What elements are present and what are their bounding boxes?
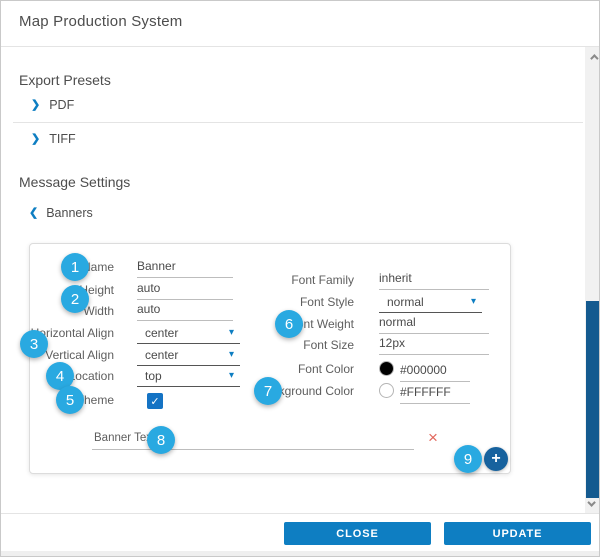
scrollbar-track[interactable]: [585, 47, 600, 513]
preset-item-pdf[interactable]: ❯ PDF: [31, 96, 74, 114]
vertical-align-value: center: [145, 348, 178, 362]
font-color-label: Font Color: [230, 361, 354, 377]
chevron-left-icon: ❮: [29, 208, 38, 219]
font-style-label: Font Style: [230, 294, 354, 310]
message-settings-heading: Message Settings: [19, 174, 130, 190]
background-color-label: Background Color: [230, 383, 354, 399]
font-family-input[interactable]: [379, 270, 489, 290]
vertical-align-select[interactable]: center ▾: [137, 345, 240, 366]
page-title: Map Production System: [19, 13, 182, 30]
chevron-right-icon: ❯: [31, 134, 40, 145]
header-divider: [1, 46, 599, 47]
font-size-input[interactable]: [379, 335, 489, 355]
font-color-swatch[interactable]: [379, 361, 394, 376]
map-production-dialog: Map Production System Export Presets ❯ P…: [0, 0, 600, 557]
name-input[interactable]: [137, 258, 233, 278]
update-button[interactable]: UPDATE: [444, 522, 591, 545]
banner-text-label: Banner Text: [94, 432, 155, 444]
banners-back-label: Banners: [46, 206, 93, 220]
height-input[interactable]: [137, 280, 233, 300]
callout-badge-8: 8: [147, 426, 175, 454]
callout-badge-2: 2: [61, 285, 89, 313]
preset-label-pdf: PDF: [49, 98, 74, 112]
callout-badge-9: 9: [454, 445, 482, 473]
font-color-input[interactable]: [400, 362, 470, 382]
preset-item-tiff[interactable]: ❯ TIFF: [31, 130, 76, 148]
preset-divider: [13, 122, 583, 123]
remove-banner-icon[interactable]: ×: [424, 428, 442, 448]
horizontal-align-select[interactable]: center ▾: [137, 323, 240, 344]
width-input[interactable]: [137, 301, 233, 321]
callout-badge-5: 5: [56, 386, 84, 414]
scroll-down-icon[interactable]: [585, 496, 600, 511]
caret-down-icon: ▾: [471, 297, 476, 307]
font-weight-input[interactable]: [379, 314, 489, 334]
background-color-swatch[interactable]: [379, 383, 394, 398]
callout-badge-1: 1: [61, 253, 89, 281]
footer-divider: [1, 513, 599, 514]
theme-checkbox[interactable]: ✓: [147, 393, 163, 409]
chevron-down-icon: [587, 498, 595, 506]
bottom-edge: [1, 551, 600, 557]
horizontal-align-value: center: [145, 326, 178, 340]
scroll-up-icon[interactable]: [585, 49, 600, 64]
chevron-up-icon: [590, 54, 598, 62]
location-select[interactable]: top ▾: [137, 366, 240, 387]
font-style-value: normal: [387, 295, 424, 309]
banner-settings-panel: Name Height Width Horizontal Align cente…: [29, 243, 511, 474]
font-style-select[interactable]: normal ▾: [379, 292, 482, 313]
export-presets-heading: Export Presets: [19, 72, 111, 88]
add-banner-button[interactable]: +: [484, 447, 508, 471]
banners-back-link[interactable]: ❮ Banners: [29, 206, 93, 220]
checkmark-icon: ✓: [150, 395, 159, 408]
font-family-label: Font Family: [230, 272, 354, 288]
callout-badge-6: 6: [275, 310, 303, 338]
chevron-right-icon: ❯: [31, 100, 40, 111]
callout-badge-7: 7: [254, 377, 282, 405]
background-color-input[interactable]: [400, 384, 470, 404]
preset-label-tiff: TIFF: [49, 132, 75, 146]
scrollbar-thumb[interactable]: [586, 301, 599, 498]
location-value: top: [145, 369, 162, 383]
callout-badge-3: 3: [20, 330, 48, 358]
close-button[interactable]: CLOSE: [284, 522, 431, 545]
font-size-label: Font Size: [230, 337, 354, 353]
